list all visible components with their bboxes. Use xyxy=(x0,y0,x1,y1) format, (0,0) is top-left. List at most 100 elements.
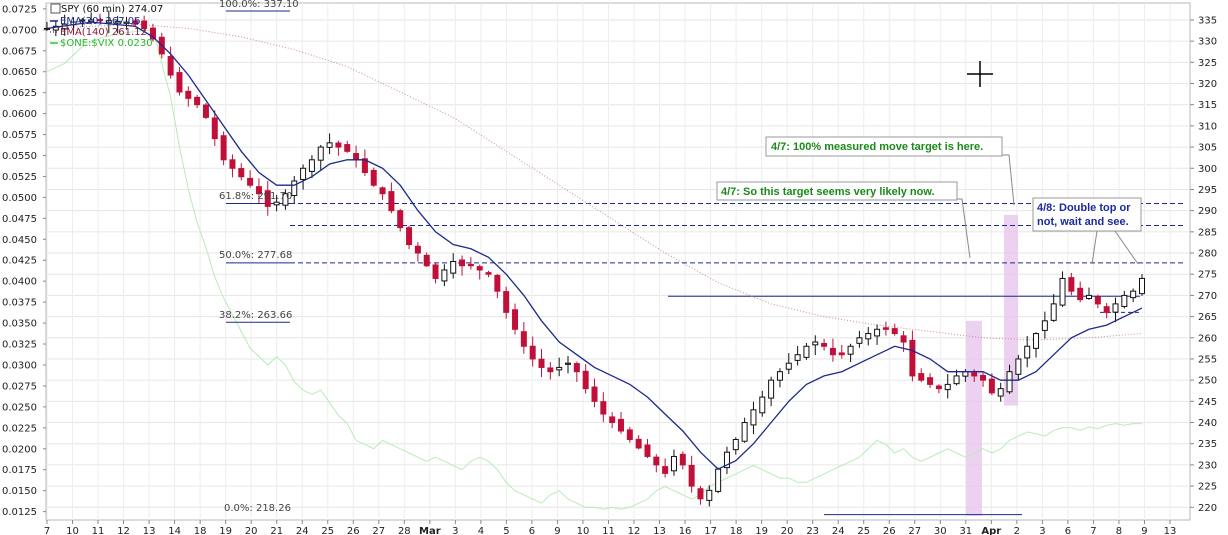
candle-body xyxy=(653,456,660,466)
left-tick-label: 0.0650 xyxy=(2,67,37,78)
left-tick-label: 0.0375 xyxy=(2,298,37,309)
candle-body xyxy=(803,345,810,358)
candle-body xyxy=(211,117,218,140)
x-tick-label: 20 xyxy=(781,526,794,535)
x-tick-label: 6 xyxy=(529,526,535,535)
candle-body xyxy=(520,331,527,347)
right-tick-label: 310 xyxy=(1198,121,1217,132)
right-tick-label: 235 xyxy=(1198,439,1217,450)
candle-body xyxy=(441,269,448,282)
candle-body xyxy=(935,385,942,390)
candle-body xyxy=(167,56,174,76)
left-tick-label: 0.0525 xyxy=(2,172,37,183)
candle-body xyxy=(962,371,969,377)
x-tick-label: 6 xyxy=(1065,526,1071,535)
x-tick-label: 3 xyxy=(1039,526,1045,535)
x-tick-label: 27 xyxy=(908,526,921,535)
right-tick-label: 270 xyxy=(1198,291,1217,302)
left-tick-label: 0.0350 xyxy=(2,319,37,330)
right-tick-label: 230 xyxy=(1198,460,1217,471)
x-tick-label: 13 xyxy=(143,526,156,535)
candle-body xyxy=(397,210,404,229)
left-tick-label: 0.0175 xyxy=(2,465,37,476)
candle-body xyxy=(697,488,704,500)
candle-body xyxy=(1059,277,1066,306)
candle-body xyxy=(626,429,633,440)
candle-body xyxy=(600,401,607,415)
candle-body xyxy=(785,362,792,370)
candle-body xyxy=(450,261,457,274)
candle-body xyxy=(679,453,686,466)
candle-body xyxy=(971,372,978,377)
right-tick-label: 305 xyxy=(1198,143,1217,154)
symbol-label: SPY (60 min) 274.07 xyxy=(61,4,163,15)
x-tick-label: 5 xyxy=(503,526,509,535)
candle-body xyxy=(176,72,183,93)
spy-chart: 2202252302352402452502552602652702752802… xyxy=(0,0,1228,535)
candle-body xyxy=(609,416,616,424)
candle-body xyxy=(662,466,669,474)
candle-body xyxy=(467,263,474,267)
candle-body xyxy=(494,274,501,292)
x-tick-label: 25 xyxy=(857,526,870,535)
candle-body xyxy=(997,388,1004,397)
candle-body xyxy=(670,455,677,472)
candle-body xyxy=(1139,277,1145,295)
candle-body xyxy=(1041,320,1048,331)
x-tick-label: 12 xyxy=(117,526,130,535)
left-tick-label: 0.0425 xyxy=(2,256,37,267)
candle-body xyxy=(759,396,766,414)
left-tick-label: 0.0475 xyxy=(2,214,37,225)
candle-body xyxy=(1103,306,1110,313)
candle-body xyxy=(1068,277,1075,292)
x-tick-label: 16 xyxy=(679,526,692,535)
candle-body xyxy=(1094,296,1101,305)
candle-body xyxy=(220,135,227,161)
candle-body xyxy=(891,328,898,335)
candle-body xyxy=(185,90,192,99)
candle-body xyxy=(512,309,519,330)
x-tick-label: 14 xyxy=(168,526,181,535)
x-tick-label: Mar xyxy=(419,526,441,535)
candle-body xyxy=(847,345,854,355)
left-tick-label: 0.0700 xyxy=(2,25,37,36)
candle-body xyxy=(988,378,995,394)
candle-body xyxy=(715,468,722,492)
x-tick-label: 17 xyxy=(704,526,717,535)
right-tick-label: 280 xyxy=(1198,249,1217,260)
left-tick-label: 0.0225 xyxy=(2,423,37,434)
candle-body xyxy=(732,438,739,451)
x-tick-label: 11 xyxy=(92,526,105,535)
candle-body xyxy=(273,201,280,206)
candle-body xyxy=(829,347,836,356)
right-tick-label: 325 xyxy=(1198,58,1217,69)
candle-body xyxy=(326,142,333,148)
x-tick-label: 28 xyxy=(398,526,411,535)
fib-label-000: 0.0%: 218.26 xyxy=(224,503,291,514)
candle-body xyxy=(406,227,413,246)
x-tick-label: 12 xyxy=(628,526,641,535)
candle-body xyxy=(476,266,483,271)
x-tick-label: 24 xyxy=(832,526,845,535)
candle-body xyxy=(565,362,572,365)
candle-body xyxy=(1024,345,1031,359)
candle-body xyxy=(353,153,360,161)
candle-body xyxy=(838,352,845,356)
right-tick-label: 295 xyxy=(1198,185,1217,196)
right-tick-label: 275 xyxy=(1198,270,1217,281)
x-tick-label: 13 xyxy=(653,526,666,535)
left-tick-label: 0.0625 xyxy=(2,88,37,99)
candle-body xyxy=(229,159,236,169)
candle-body xyxy=(635,438,642,449)
annotation-text: 4/7: 100% measured move target is here. xyxy=(771,141,983,153)
candle-body xyxy=(821,342,828,347)
candle-body xyxy=(335,142,342,148)
left-tick-label: 0.0575 xyxy=(2,130,37,141)
candle-body xyxy=(538,358,545,368)
candle-body xyxy=(953,375,960,385)
left-tick-label: 0.0300 xyxy=(2,360,37,371)
x-tick-label: Apr xyxy=(981,526,1001,535)
x-tick-label: 31 xyxy=(959,526,972,535)
x-tick-label: 2 xyxy=(1014,526,1020,535)
candle-body xyxy=(812,341,819,346)
